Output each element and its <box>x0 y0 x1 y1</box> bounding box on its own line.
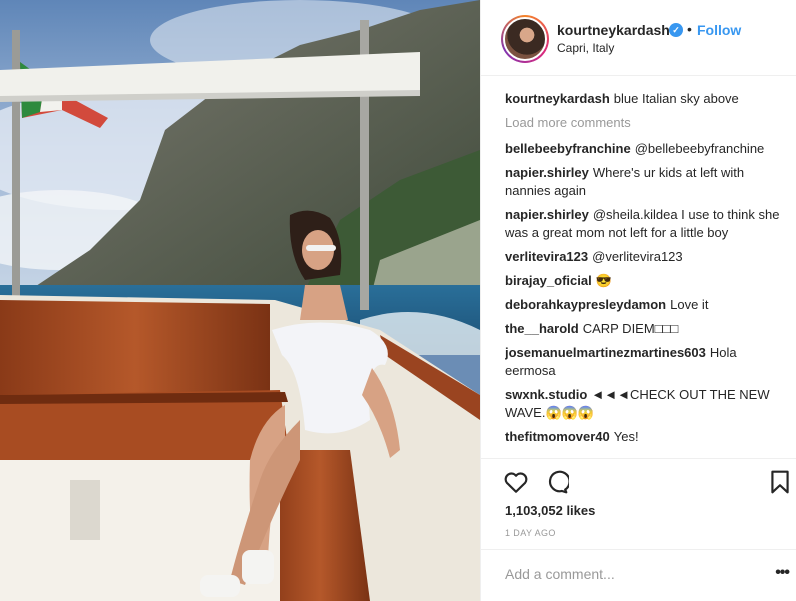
comment-item: the__harold CARP DIEM□□□ <box>505 320 781 338</box>
post-header: kourtneykardash ✓ • Follow Capri, Italy <box>481 0 796 76</box>
comment-username[interactable]: swxnk.studio <box>505 387 587 402</box>
comments-list[interactable]: kourtneykardash blue Italian sky above Lo… <box>505 90 781 458</box>
comment-item: thefitmomover40 Yes! <box>505 428 781 446</box>
likes-count[interactable]: 1,103,052 likes <box>505 503 595 518</box>
comment-bubble-icon[interactable] <box>543 469 569 495</box>
comment-text[interactable]: @verlitevira123 <box>592 249 683 264</box>
comment-item: napier.shirley @sheila.kildea I use to th… <box>505 206 781 242</box>
comment-username[interactable]: napier.shirley <box>505 165 589 180</box>
comment-item: napier.shirley Where's ur kids at left wi… <box>505 164 781 200</box>
post-side-panel: kourtneykardash ✓ • Follow Capri, Italy … <box>480 0 796 601</box>
post-photo[interactable] <box>0 0 480 601</box>
comment-text: Yes! <box>613 429 639 444</box>
comment-item: josemanuelmartinezmartines603 Hola eermos… <box>505 344 781 380</box>
comment-item: bellebeebyfranchine @bellebeebyfranchine <box>505 140 781 158</box>
more-options-icon[interactable]: ••• <box>775 564 790 582</box>
comment-text[interactable]: @bellebeebyfranchine <box>635 141 765 156</box>
comment-item: birajay_oficial 😎 <box>505 272 781 290</box>
heart-icon[interactable] <box>503 469 529 495</box>
bookmark-icon[interactable] <box>767 469 793 495</box>
verified-badge-icon: ✓ <box>669 23 683 37</box>
follow-button[interactable]: Follow <box>697 22 741 38</box>
comment-item: deborahkaypresleydamon Love it <box>505 296 781 314</box>
post-actions: 1,103,052 likes 1 DAY AGO <box>481 458 796 548</box>
comment-item: swxnk.studio ◄◄◄CHECK OUT THE NEW WAVE.😱😱… <box>505 386 781 422</box>
location-link[interactable]: Capri, Italy <box>557 41 614 55</box>
comment-text: Love it <box>670 297 709 312</box>
load-more-comments-button[interactable]: Load more comments <box>505 114 781 132</box>
comment-text: 😎 <box>595 273 612 288</box>
comment-username[interactable]: birajay_oficial <box>505 273 592 288</box>
caption-text: blue Italian sky above <box>613 91 739 106</box>
comment-text: CARP DIEM□□□ <box>582 321 679 336</box>
add-comment-input[interactable] <box>505 566 755 582</box>
comment-username[interactable]: josemanuelmartinezmartines603 <box>505 345 706 360</box>
comment-username[interactable]: thefitmomover40 <box>505 429 610 444</box>
avatar[interactable] <box>501 15 549 63</box>
separator-dot: • <box>687 21 692 37</box>
caption: kourtneykardash blue Italian sky above <box>505 90 781 108</box>
comment-username[interactable]: deborahkaypresleydamon <box>505 297 666 312</box>
author-username[interactable]: kourtneykardash <box>557 22 670 38</box>
post-timestamp: 1 DAY AGO <box>505 528 556 538</box>
caption-username[interactable]: kourtneykardash <box>505 91 610 106</box>
comment-username[interactable]: napier.shirley <box>505 207 589 222</box>
photo-boat-capri <box>0 0 480 601</box>
avatar-image <box>503 17 547 61</box>
add-comment-bar: ••• <box>481 549 796 601</box>
comment-item: verlitevira123 @verlitevira123 <box>505 248 781 266</box>
comment-username[interactable]: the__harold <box>505 321 579 336</box>
comment-username[interactable]: bellebeebyfranchine <box>505 141 631 156</box>
comment-username[interactable]: verlitevira123 <box>505 249 588 264</box>
